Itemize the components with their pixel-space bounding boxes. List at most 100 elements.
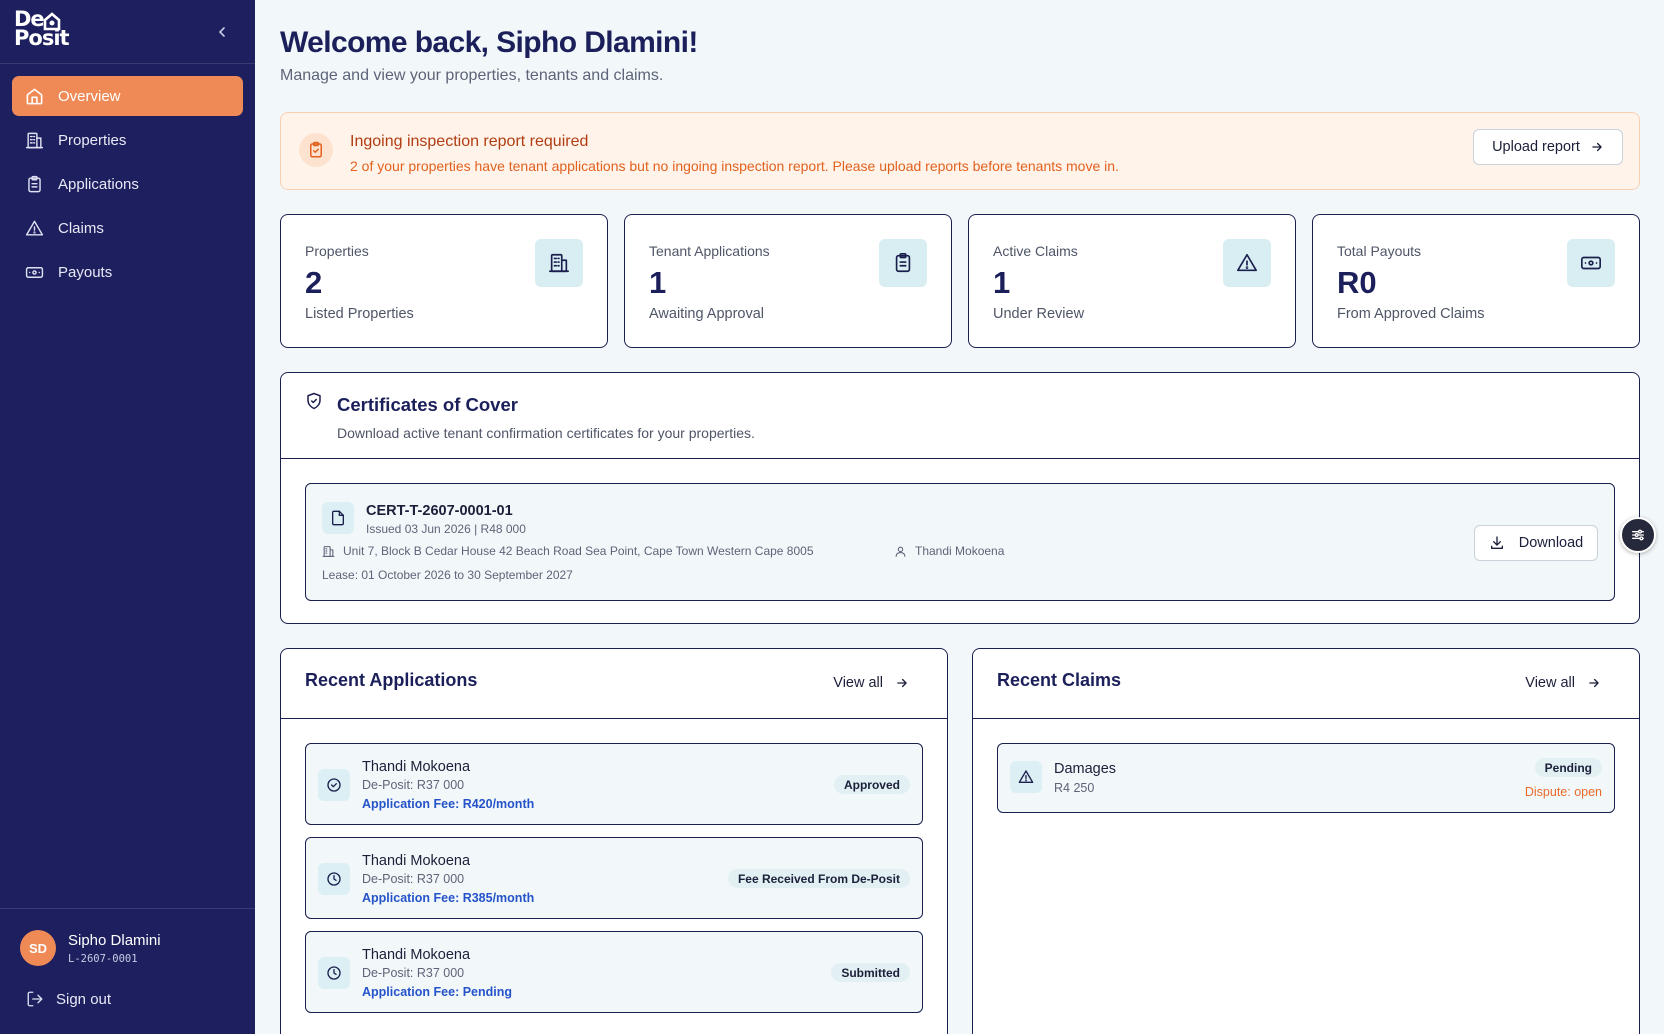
- stat-card-properties[interactable]: Properties 2 Listed Properties: [280, 214, 608, 348]
- sliders-icon: [1632, 529, 1644, 541]
- stat-value: 1: [649, 265, 667, 300]
- recent-claims-card: Recent Claims View all Damages R4 250 Pe…: [972, 648, 1640, 1034]
- stat-value: R0: [1337, 265, 1377, 300]
- warning-icon: [1010, 761, 1042, 793]
- status-badge: Submitted: [831, 963, 910, 982]
- application-fee: Application Fee: R385/month: [362, 891, 535, 905]
- stat-sub: Listed Properties: [305, 306, 414, 322]
- stat-sub: From Approved Claims: [1337, 306, 1485, 322]
- inspection-alert: Ingoing inspection report required 2 of …: [280, 112, 1640, 190]
- sidebar-footer-divider: [0, 908, 255, 909]
- building-icon: [322, 545, 335, 557]
- card-divider: [281, 458, 1639, 459]
- claim-item[interactable]: Damages R4 250 Pending Dispute: open: [997, 743, 1615, 813]
- clock-icon: [318, 957, 350, 989]
- download-button[interactable]: Download: [1474, 525, 1598, 561]
- sidebar-item-label: Payouts: [58, 263, 113, 281]
- collapse-sidebar-button[interactable]: [212, 22, 232, 42]
- recent-claims-title: Recent Claims: [997, 670, 1122, 690]
- certificate-tenant: Thandi Mokoena: [894, 544, 1004, 558]
- application-item[interactable]: Thandi Mokoena De-Posit: R37 000 Applica…: [305, 743, 923, 825]
- application-item[interactable]: Thandi Mokoena De-Posit: R37 000 Applica…: [305, 837, 923, 919]
- stat-label: Tenant Applications: [649, 243, 770, 259]
- user-profile[interactable]: SD Sipho Dlamini L-2607-0001: [20, 930, 161, 966]
- alert-title: Ingoing inspection report required: [350, 133, 589, 150]
- logout-icon: [27, 991, 43, 1007]
- arrow-right-icon: [897, 678, 907, 688]
- banknote-icon: [25, 266, 44, 278]
- sidebar-item-properties[interactable]: Properties: [12, 120, 243, 160]
- card-divider: [973, 718, 1639, 719]
- application-tenant-name: Thandi Mokoena: [362, 853, 471, 869]
- claim-type: Damages: [1054, 761, 1117, 777]
- status-badge: Approved: [833, 775, 910, 794]
- application-item[interactable]: Thandi Mokoena De-Posit: R37 000 Applica…: [305, 931, 923, 1013]
- logo[interactable]: De Posit: [14, 9, 70, 54]
- stat-value: 2: [305, 265, 323, 300]
- application-tenant-name: Thandi Mokoena: [362, 947, 471, 963]
- user-icon: [895, 546, 906, 557]
- warning-icon: [1223, 239, 1271, 287]
- chevron-left-icon: [218, 27, 225, 37]
- certificate-address-text: Unit 7, Block B Cedar House 42 Beach Roa…: [343, 544, 814, 558]
- building-icon: [535, 239, 583, 287]
- file-icon: [322, 502, 354, 534]
- status-badge: Pending: [1534, 758, 1602, 777]
- clipboard-icon: [28, 175, 41, 192]
- stat-label: Total Payouts: [1337, 243, 1422, 259]
- stat-value: 1: [993, 265, 1011, 300]
- claim-amount: R4 250: [1054, 781, 1095, 795]
- check-circle-icon: [318, 769, 350, 801]
- stat-sub: Awaiting Approval: [649, 306, 765, 322]
- application-tenant-name: Thandi Mokoena: [362, 759, 471, 775]
- building-icon: [25, 132, 44, 148]
- upload-report-label: Upload report: [1492, 139, 1580, 155]
- arrow-right-icon: [1589, 678, 1599, 688]
- sidebar-item-payouts[interactable]: Payouts: [12, 252, 243, 292]
- shield-check-icon: [307, 392, 321, 410]
- sign-out-button[interactable]: Sign out: [26, 990, 111, 1008]
- sidebar-item-claims[interactable]: Claims: [12, 208, 243, 248]
- application-deposit: De-Posit: R37 000: [362, 872, 465, 886]
- floating-menu-button[interactable]: [1620, 517, 1656, 553]
- sidebar-nav: Overview Properties Applications Claims …: [12, 76, 243, 296]
- stat-card-applications[interactable]: Tenant Applications 1 Awaiting Approval: [624, 214, 952, 348]
- logo-line2: Posit: [14, 26, 70, 50]
- recent-applications-card: Recent Applications View all Thandi Moko…: [280, 648, 948, 1034]
- sidebar: De Posit Overview Properties Application…: [0, 0, 255, 1034]
- sidebar-item-overview[interactable]: Overview: [12, 76, 243, 116]
- certificate-lease: Lease: 01 October 2026 to 30 September 2…: [322, 568, 573, 582]
- download-icon: [1490, 536, 1503, 549]
- sign-out-label: Sign out: [56, 990, 112, 1008]
- download-label: Download: [1518, 535, 1584, 551]
- banknote-icon: [1567, 239, 1615, 287]
- claim-dispute-status: Dispute: open: [1524, 785, 1602, 799]
- certificate-item: CERT-T-2607-0001-01 Issued 03 Jun 2026 |…: [305, 483, 1615, 601]
- certificates-card: Certificates of Cover Download active te…: [280, 372, 1640, 624]
- stat-card-claims[interactable]: Active Claims 1 Under Review: [968, 214, 1296, 348]
- sidebar-item-label: Claims: [58, 219, 104, 237]
- view-all-label: View all: [833, 675, 883, 691]
- application-fee: Application Fee: Pending: [362, 985, 513, 999]
- certificate-tenant-name: Thandi Mokoena: [915, 544, 1005, 558]
- sidebar-item-applications[interactable]: Applications: [12, 164, 243, 204]
- avatar: SD: [20, 930, 56, 966]
- home-icon: [26, 88, 43, 104]
- stat-card-payouts[interactable]: Total Payouts R0 From Approved Claims: [1312, 214, 1640, 348]
- page-subtitle: Manage and view your properties, tenants…: [280, 67, 664, 84]
- arrow-right-icon: [1592, 142, 1602, 152]
- certificates-title: Certificates of Cover: [337, 394, 518, 415]
- clipboard-icon: [879, 239, 927, 287]
- page-title: Welcome back, Sipho Dlamini!: [280, 26, 698, 59]
- stat-label: Properties: [305, 243, 369, 259]
- view-all-claims-link[interactable]: View all: [1525, 675, 1601, 691]
- card-divider: [281, 718, 947, 719]
- sidebar-item-label: Properties: [58, 131, 127, 149]
- application-deposit: De-Posit: R37 000: [362, 966, 465, 980]
- stat-label: Active Claims: [993, 243, 1078, 259]
- upload-report-button[interactable]: Upload report: [1473, 129, 1623, 165]
- logo-house-icon: [43, 12, 61, 31]
- application-deposit: De-Posit: R37 000: [362, 778, 465, 792]
- view-all-applications-link[interactable]: View all: [833, 675, 909, 691]
- clock-icon: [318, 863, 350, 895]
